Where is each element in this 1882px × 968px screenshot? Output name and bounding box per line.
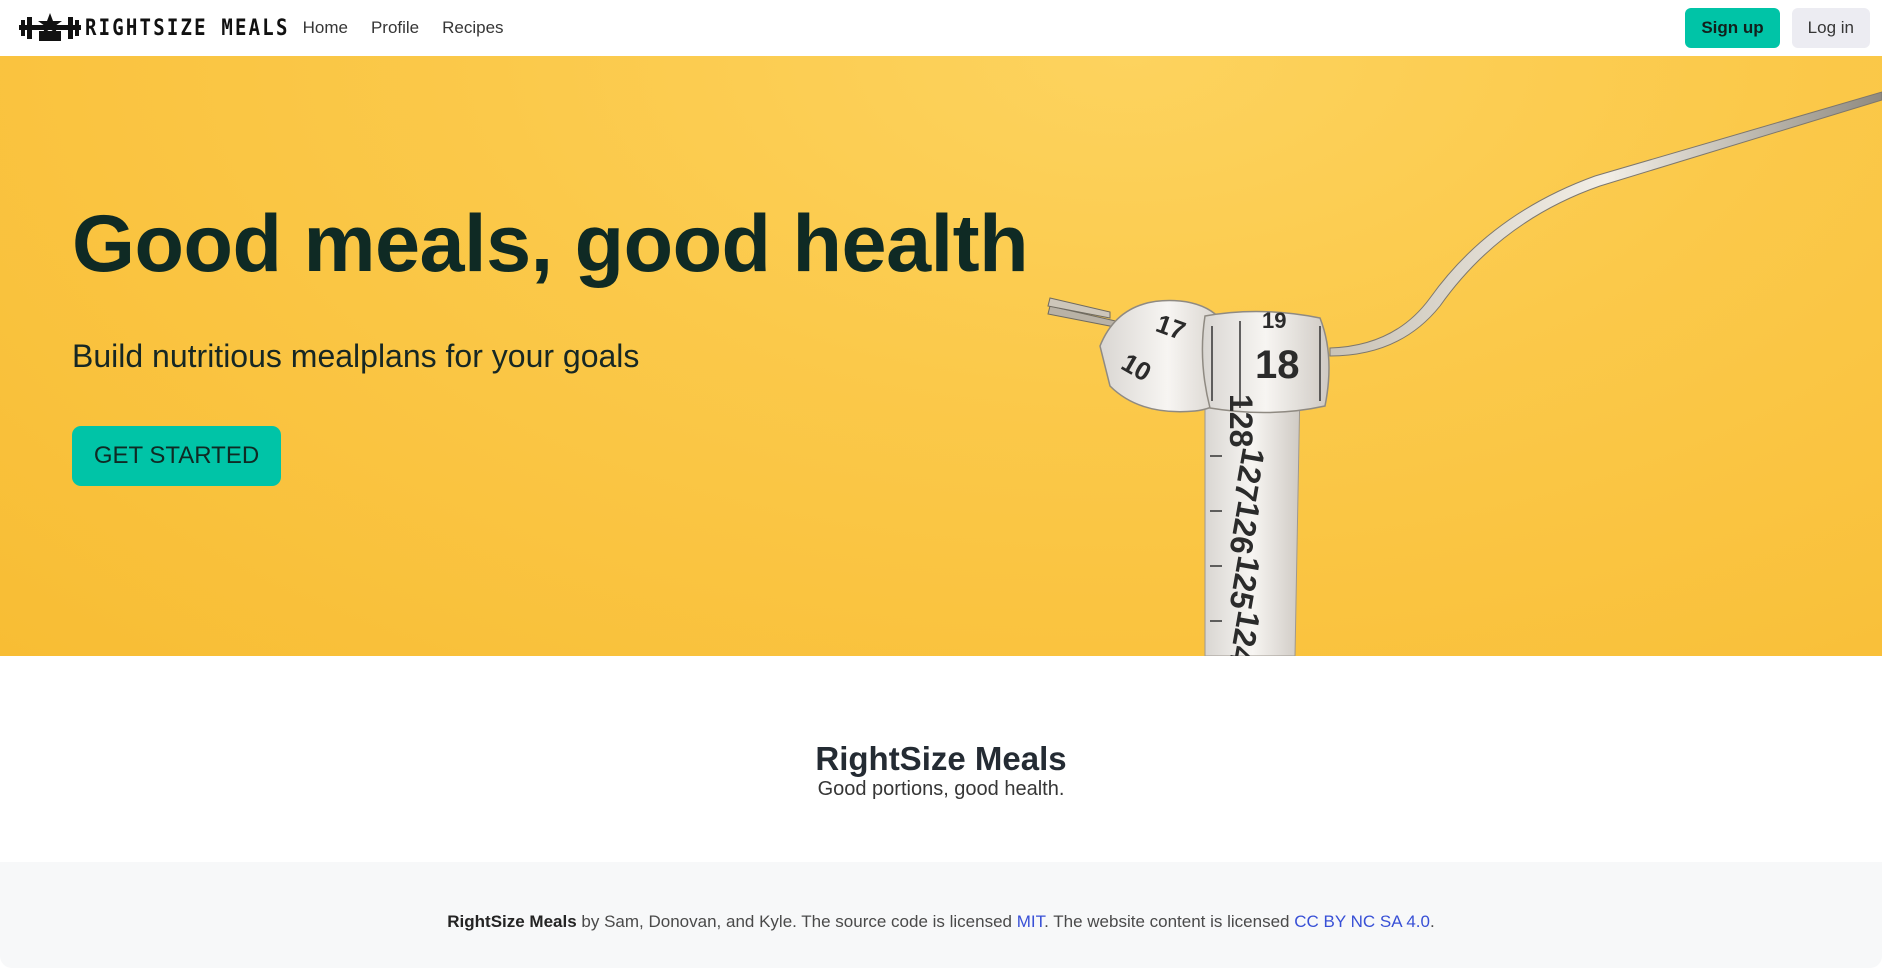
hero-subtitle: Build nutritious mealplans for your goal… [72,338,640,374]
footer: RightSize Meals by Sam, Donovan, and Kyl… [0,862,1882,968]
footer-content-note: . The website content is licensed [1044,912,1295,931]
mit-license-link[interactable]: MIT [1017,912,1044,931]
footer-authors: by Sam, Donovan, and Kyle. The source co… [576,912,1017,931]
tape-number: 19 [1262,308,1286,333]
brand-name: RIGHTSIZE MEALS [85,15,290,41]
nav-links: Home Profile Recipes [303,18,527,38]
about-tagline: Good portions, good health. [817,778,1065,800]
footer-site-name: RightSize Meals [447,912,577,931]
auth-buttons: Sign up Log in [1685,8,1870,48]
get-started-button[interactable]: GET STARTED [72,426,281,486]
log-in-button[interactable]: Log in [1791,8,1870,48]
about-section: RightSize Meals Good portions, good heal… [0,656,1882,862]
navbar: RIGHTSIZE MEALS Home Profile Recipes Sig… [0,0,1882,56]
sign-up-button[interactable]: Sign up [1685,8,1780,48]
nav-link-home[interactable]: Home [303,18,348,38]
footer-text: RightSize Meals by Sam, Donovan, and Kyl… [0,912,1882,932]
tape-number: 128 [1223,394,1259,447]
cc-license-link[interactable]: CC BY NC SA 4.0 [1294,912,1430,931]
nav-link-profile[interactable]: Profile [371,18,419,38]
nav-link-recipes[interactable]: Recipes [442,18,503,38]
tape-number: 18 [1255,343,1300,387]
footer-end: . [1429,912,1435,931]
hero-title: Good meals, good health [72,199,1029,289]
brand-link[interactable]: RIGHTSIZE MEALS [19,0,290,56]
about-title: RightSize Meals [815,740,1067,777]
barbell-logo-icon [19,13,81,41]
hero-section: 19 18 17 10 128 127 126 125 124 Good mea… [0,56,1882,656]
